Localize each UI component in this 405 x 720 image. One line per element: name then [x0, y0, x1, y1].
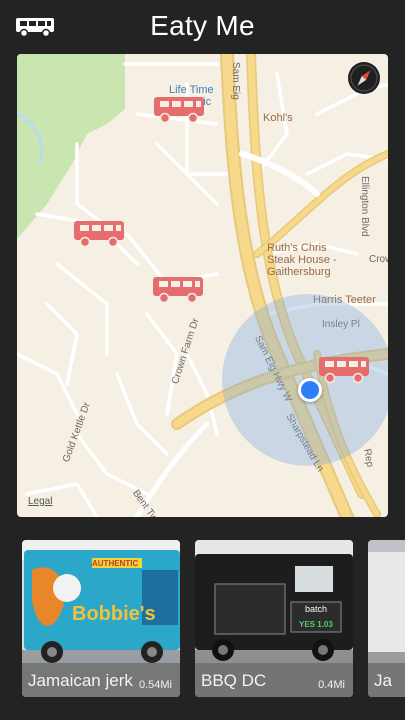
compass-icon[interactable]	[348, 62, 380, 94]
food-truck-pin-icon[interactable]	[151, 274, 206, 304]
street-label-crow: Crow	[369, 254, 388, 265]
app-title: Eaty Me	[150, 10, 255, 41]
truck-name: Jamaican jerk	[28, 671, 133, 690]
food-truck-pin-icon[interactable]	[317, 354, 372, 384]
truck-name: Ja	[374, 671, 392, 690]
truck-distance: 0.54Mi	[138, 679, 172, 691]
place-label-ruths-2: Steak House -	[267, 254, 337, 266]
truck-card[interactable]: Bobbie's AUTHENTIC Jamaican jerk 0.54Mi	[22, 540, 180, 697]
map-view[interactable]: Life Time Athletic Kohl's Ruth's Chris S…	[17, 54, 388, 517]
place-label-ruths-3: Gaithersburg	[267, 266, 331, 278]
food-truck-pin-icon[interactable]	[72, 218, 127, 248]
truck-card[interactable]: batch YES 1.03 BBQ DC 0.4Mi	[195, 540, 353, 697]
legal-link[interactable]: Legal	[28, 496, 52, 507]
truck-photo-text: batch	[305, 604, 327, 614]
place-label-kohls: Kohl's	[263, 112, 293, 124]
truck-photo-text: Bobbie's	[72, 603, 156, 625]
truck-card[interactable]: Ja	[368, 540, 405, 697]
header: Eaty Me	[0, 0, 405, 54]
truck-photo-sub: YES 1.03	[299, 620, 333, 629]
place-label-ruths-1: Ruth's Chris	[267, 242, 327, 254]
truck-distance: 0.4Mi	[318, 679, 345, 691]
street-label-sam-eig: Sam Eig	[230, 62, 241, 100]
street-label-ellington: Ellington Blvd	[359, 176, 370, 237]
truck-carousel[interactable]: Bobbie's AUTHENTIC Jamaican jerk 0.54Mi …	[0, 540, 405, 697]
truck-name: BBQ DC	[201, 671, 267, 690]
truck-photo-sub: AUTHENTIC	[92, 559, 138, 568]
food-truck-pin-icon[interactable]	[152, 94, 207, 124]
